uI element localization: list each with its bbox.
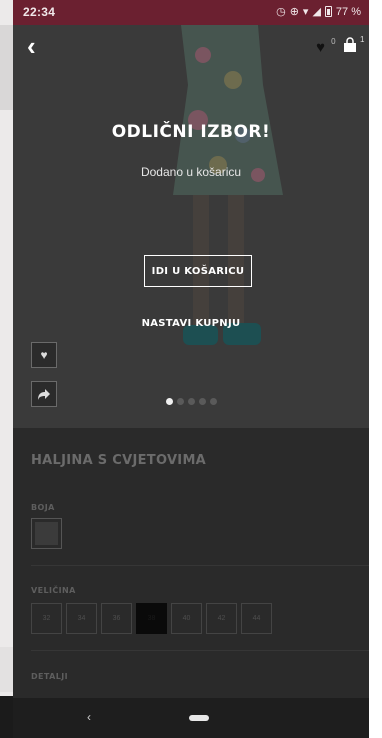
status-icons: ◷ ⊕ ▾ ◢ 77 %	[276, 5, 361, 19]
status-time: 22:34	[23, 5, 56, 19]
signal-icon: ◢	[312, 6, 321, 18]
share-icon	[38, 388, 50, 400]
background-panel	[0, 647, 13, 692]
data-saver-icon: ⊕	[289, 6, 299, 18]
product-image	[173, 25, 283, 345]
pagination-dot[interactable]	[199, 398, 206, 405]
size-option-selected[interactable]: 38	[136, 603, 167, 634]
size-option[interactable]: 44	[241, 603, 272, 634]
battery-percent: 77 %	[335, 5, 361, 18]
wishlist-count: 0	[331, 37, 336, 46]
nav-back-icon[interactable]: ‹	[87, 710, 91, 724]
cart-button[interactable]: 1	[343, 35, 364, 58]
background-panel	[0, 25, 13, 110]
size-label: VELIČINA	[31, 586, 76, 595]
continue-shopping-button[interactable]: NASTAVI KUPNJU	[13, 318, 369, 329]
bag-icon	[344, 37, 356, 52]
size-option[interactable]: 40	[171, 603, 202, 634]
status-bar: 22:34 ◷ ⊕ ▾ ◢ 77 %	[13, 0, 369, 25]
size-option[interactable]: 32	[31, 603, 62, 634]
product-gallery[interactable]: ‹ ♥ 0 1 ODLIČNI IZBOR! Dodano u košaricu…	[13, 25, 369, 428]
confirmation-title: ODLIČNI IZBOR!	[111, 122, 271, 142]
confirmation-subtitle: Dodano u košaricu	[140, 165, 242, 179]
color-swatch[interactable]	[31, 518, 62, 549]
wishlist-button[interactable]: ♥ 0	[316, 37, 335, 56]
back-button[interactable]: ‹	[27, 33, 36, 59]
divider	[31, 650, 369, 651]
background-panel	[0, 696, 13, 738]
size-selector: 32 34 36 38 40 42 44	[31, 603, 272, 634]
add-to-wishlist-button[interactable]: ♥	[31, 342, 57, 368]
background-window	[0, 0, 13, 738]
share-button[interactable]	[31, 381, 57, 407]
color-label: BOJA	[31, 503, 55, 512]
heart-icon: ♥	[40, 348, 48, 362]
go-to-cart-button[interactable]: IDI U KOŠARICU	[144, 255, 252, 287]
heart-icon: ♥	[316, 39, 325, 56]
size-option[interactable]: 34	[66, 603, 97, 634]
product-info: HALJINA S CVJETOVIMA BOJA VELIČINA 32 34…	[13, 428, 369, 698]
pagination-dot[interactable]	[210, 398, 217, 405]
wifi-icon: ▾	[302, 6, 309, 18]
gallery-pagination	[166, 398, 217, 405]
product-title: HALJINA S CVJETOVIMA	[31, 453, 207, 468]
chevron-left-icon: ‹	[27, 31, 36, 61]
details-label[interactable]: DETALJI	[31, 672, 68, 681]
size-option[interactable]: 36	[101, 603, 132, 634]
size-option[interactable]: 42	[206, 603, 237, 634]
system-nav-bar: ‹	[13, 698, 369, 738]
phone-screen: 22:34 ◷ ⊕ ▾ ◢ 77 % ‹ ♥ 0 1 ODLIČNI IZBOR…	[13, 0, 369, 738]
battery-icon	[324, 6, 332, 17]
nav-home-icon[interactable]	[189, 715, 209, 721]
divider	[31, 565, 369, 566]
alarm-icon: ◷	[276, 6, 286, 18]
pagination-dot-active[interactable]	[166, 398, 173, 405]
cart-count: 1	[360, 35, 365, 44]
pagination-dot[interactable]	[188, 398, 195, 405]
pagination-dot[interactable]	[177, 398, 184, 405]
